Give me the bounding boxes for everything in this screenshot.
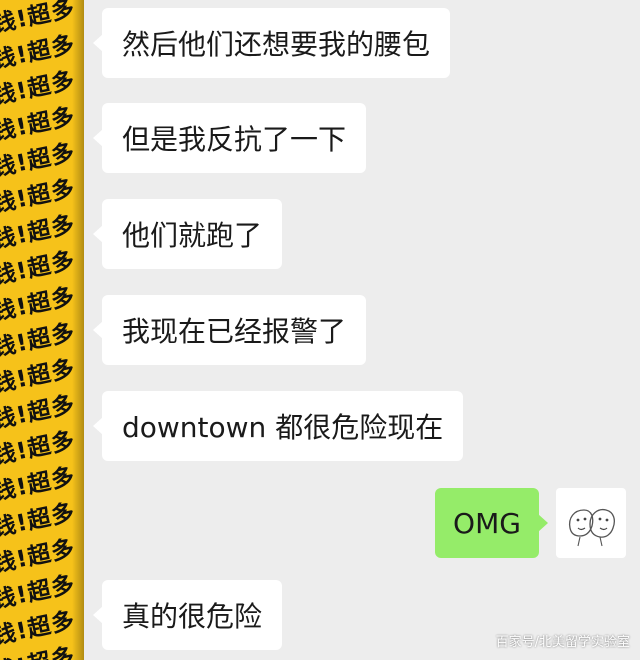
message-text: 但是我反抗了一下 bbox=[122, 123, 347, 156]
message-text: 真的很危险 bbox=[122, 600, 263, 633]
message-bubble-incoming[interactable]: 然后他们还想要我的腰包 bbox=[92, 8, 451, 78]
message-bubble-incoming[interactable]: 他们就跑了 bbox=[92, 199, 283, 269]
contact-avatar[interactable]: 钱!超多 钱!超多 钱!超多 钱!超多 钱!超多 钱!超多 钱!超多 钱!超多 … bbox=[0, 0, 84, 660]
message-text: OMG bbox=[453, 506, 521, 540]
message-text: 他们就跑了 bbox=[122, 219, 263, 252]
self-avatar[interactable] bbox=[556, 488, 626, 558]
message-text: 然后他们还想要我的腰包 bbox=[122, 28, 431, 61]
message-bubble-incoming[interactable]: downtown 都很危险现在 bbox=[92, 391, 464, 461]
avatar-edge-shadow bbox=[72, 0, 84, 660]
message-text: 我现在已经报警了 bbox=[122, 315, 347, 348]
meme-faces-icon bbox=[568, 508, 615, 547]
message-bubble-incoming[interactable]: 真的很危险 bbox=[92, 580, 283, 650]
message-bubble-outgoing[interactable]: OMG bbox=[435, 488, 548, 558]
message-bubble-incoming[interactable]: 但是我反抗了一下 bbox=[92, 103, 367, 173]
watermark: 百家号/北美留学实验室 bbox=[495, 635, 630, 650]
message-text: downtown 都很危险现在 bbox=[122, 411, 444, 444]
message-bubble-incoming[interactable]: 我现在已经报警了 bbox=[92, 295, 367, 365]
